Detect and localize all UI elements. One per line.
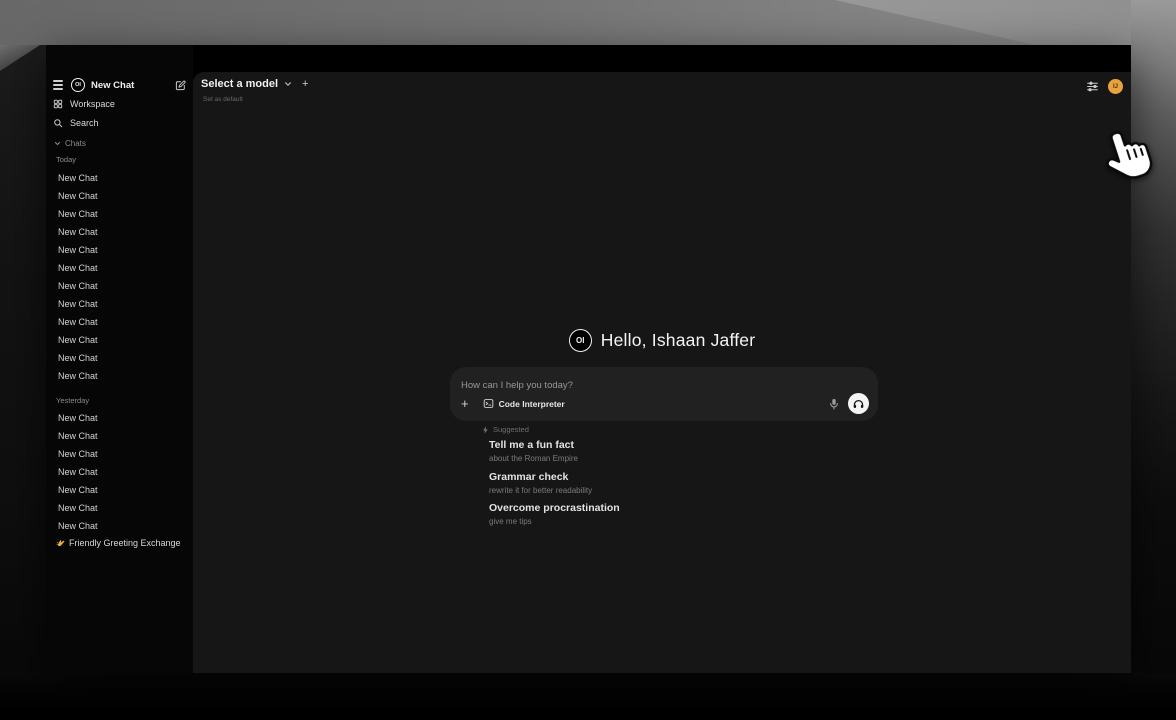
- chat-list-item[interactable]: New Chat: [58, 187, 183, 205]
- search-icon: [53, 118, 63, 128]
- code-interpreter-label: Code Interpreter: [499, 399, 565, 409]
- sidebar-item-search[interactable]: Search: [53, 116, 99, 129]
- message-input-card[interactable]: + Code Interpreter: [450, 367, 878, 421]
- chat-list-item[interactable]: New Chat: [58, 331, 183, 349]
- chats-section-label: Chats: [65, 139, 86, 148]
- chat-list-item[interactable]: New Chat: [58, 445, 183, 463]
- wave-emoji-icon: [56, 539, 65, 548]
- app-logo: OI: [71, 78, 85, 92]
- model-selector[interactable]: Select a model +: [201, 78, 308, 90]
- chat-list-item[interactable]: New Chat: [58, 205, 183, 223]
- chevron-down-icon: [54, 140, 61, 147]
- chats-section-header[interactable]: Chats: [54, 138, 86, 149]
- chevron-down-icon: [284, 80, 292, 88]
- chat-list-item[interactable]: New Chat: [58, 295, 183, 313]
- voice-call-button[interactable]: [848, 393, 869, 414]
- chat-list-item[interactable]: New Chat: [58, 427, 183, 445]
- headphones-icon: [852, 397, 865, 410]
- controls-sliders-icon[interactable]: [1086, 80, 1099, 93]
- chat-list-item[interactable]: New Chat: [58, 367, 183, 385]
- chat-list-item[interactable]: New Chat: [58, 481, 183, 499]
- chat-list-item[interactable]: New Chat: [58, 259, 183, 277]
- user-avatar[interactable]: IJ: [1108, 79, 1123, 94]
- chat-list-item[interactable]: New Chat: [58, 349, 183, 367]
- suggestion-item[interactable]: Overcome procrastination give me tips: [489, 502, 769, 526]
- message-input[interactable]: [461, 380, 867, 391]
- group-label-today: Today: [56, 155, 76, 164]
- chat-list-item[interactable]: New Chat: [58, 517, 183, 535]
- suggestion-item[interactable]: Grammar check rewrite it for better read…: [489, 471, 769, 495]
- suggestion-subtitle: rewrite it for better readability: [489, 486, 769, 495]
- suggested-header: Suggested: [482, 425, 529, 434]
- chat-list-item[interactable]: New Chat: [58, 241, 183, 259]
- workspace-label: Workspace: [70, 99, 115, 109]
- suggestion-subtitle: about the Roman Empire: [489, 454, 769, 463]
- add-model-button[interactable]: +: [302, 79, 308, 89]
- sidebar-item-workspace[interactable]: Workspace: [53, 97, 115, 110]
- desktop-wallpaper-bottom: [0, 673, 1176, 720]
- model-selector-label: Select a model: [201, 78, 278, 90]
- chat-list-item[interactable]: New Chat: [58, 499, 183, 517]
- sidebar: OI New Chat Workspace: [46, 45, 193, 673]
- suggestion-title: Tell me a fun fact: [489, 439, 769, 451]
- microphone-icon[interactable]: [829, 398, 839, 410]
- chat-list-item[interactable]: New Chat: [58, 313, 183, 331]
- desktop-wallpaper-left: [0, 45, 46, 720]
- suggestion-item[interactable]: Tell me a fun fact about the Roman Empir…: [489, 439, 769, 463]
- suggested-bolt-icon: [482, 426, 489, 434]
- desktop-wallpaper-top: [0, 0, 1176, 45]
- terminal-icon: [483, 398, 494, 409]
- suggestion-title: Overcome procrastination: [489, 502, 769, 514]
- suggested-label: Suggested: [493, 425, 529, 434]
- screen: OI New Chat Workspace: [0, 0, 1176, 720]
- chat-list-item[interactable]: New Chat: [58, 223, 183, 241]
- chat-list-item[interactable]: New Chat: [58, 409, 183, 427]
- greeting-text: Hello, Ishaan Jaffer: [601, 330, 755, 351]
- new-chat-icon[interactable]: [175, 80, 186, 91]
- app-logo: OI: [569, 329, 592, 352]
- attach-plus-button[interactable]: +: [461, 399, 469, 409]
- sidebar-toggle-icon[interactable]: [53, 80, 63, 89]
- chat-list-item[interactable]: New Chat: [58, 169, 183, 187]
- suggestion-title: Grammar check: [489, 471, 769, 483]
- code-interpreter-toggle[interactable]: Code Interpreter: [483, 398, 565, 409]
- open-webui-window: OI New Chat Workspace: [46, 45, 1131, 673]
- named-chat-label: Friendly Greeting Exchange: [69, 538, 181, 548]
- set-default-link[interactable]: Set as default: [203, 96, 243, 103]
- suggestion-subtitle: give me tips: [489, 517, 769, 526]
- main-panel: Select a model + Set as default IJ OI: [193, 72, 1131, 673]
- chat-list-item[interactable]: New Chat: [58, 463, 183, 481]
- greeting-row: OI Hello, Ishaan Jaffer: [193, 329, 1131, 352]
- sidebar-title: New Chat: [91, 80, 134, 91]
- desktop-wallpaper-right: [1131, 0, 1176, 720]
- group-label-yesterday: Yesterday: [56, 396, 89, 405]
- chat-list-item[interactable]: New Chat: [58, 277, 183, 295]
- chat-list-item-named[interactable]: Friendly Greeting Exchange: [56, 538, 181, 548]
- search-label: Search: [70, 118, 99, 128]
- workspace-grid-icon: [53, 99, 63, 109]
